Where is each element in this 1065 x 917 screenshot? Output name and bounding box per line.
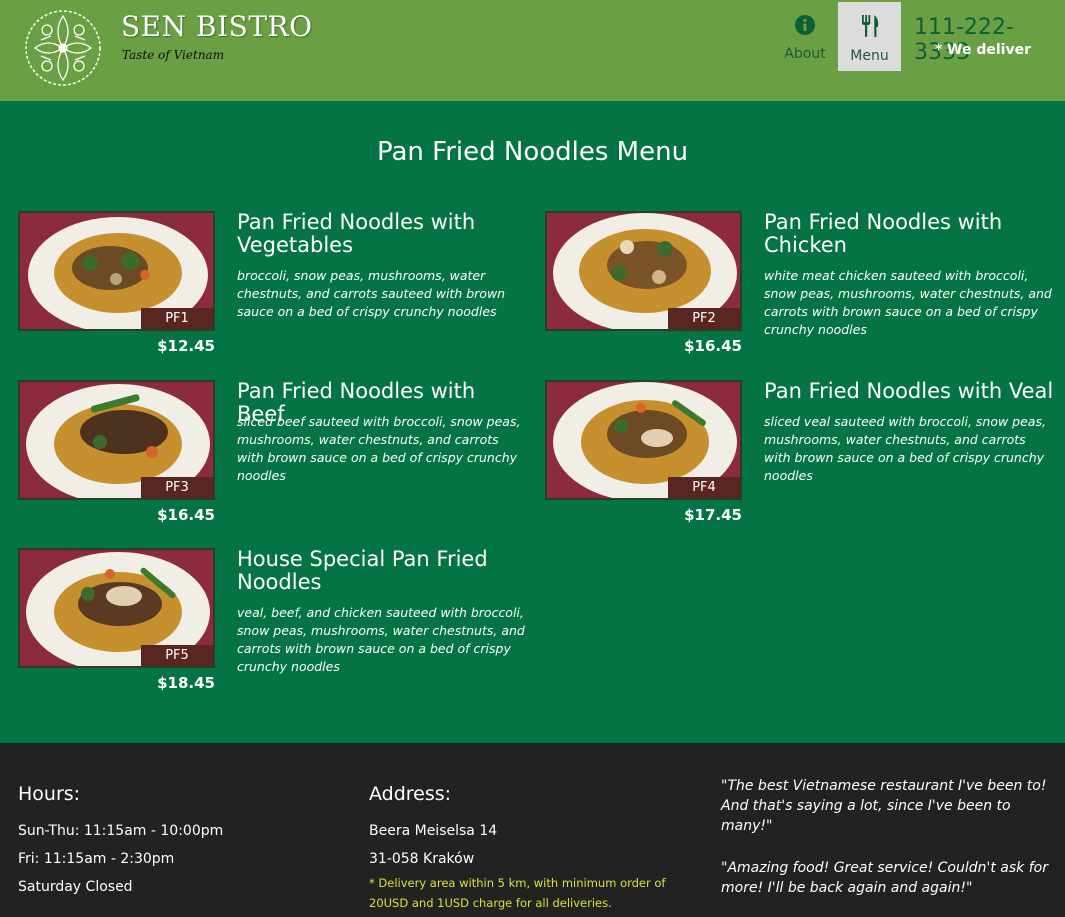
address-section: Address: Beera Meiselsa 14 31-058 Kraków… <box>369 783 689 913</box>
delivery-note: * We deliver <box>934 42 1031 58</box>
dish-photo: PF2 <box>545 211 742 331</box>
delivery-area-note: * Delivery area within 5 km, with minimu… <box>369 876 666 910</box>
dish-code-badge: PF4 <box>668 477 740 498</box>
address-heading: Address: <box>369 783 452 805</box>
dish-code-badge: PF2 <box>668 308 740 329</box>
hours-line: Sun-Thu: 11:15am - 10:00pm <box>18 823 224 839</box>
dish-code-badge: PF1 <box>141 308 213 329</box>
fork-knife-icon <box>838 14 901 42</box>
dish-name: Pan Fried Noodles with Vegetables <box>237 210 476 257</box>
nav-menu-button[interactable]: Menu <box>838 2 901 71</box>
dish-price: $16.45 <box>684 337 742 355</box>
dish-name: House Special Pan Fried Noodles <box>237 547 488 594</box>
nav-about-button[interactable]: About <box>774 2 836 70</box>
menu-item-pf4: PF4 $17.45 Pan Fried Noodles with Veal s… <box>545 380 1065 540</box>
address-line: 31-058 Kraków <box>369 851 475 867</box>
dish-photo: PF3 <box>18 380 215 500</box>
address-line: Beera Meiselsa 14 <box>369 823 498 839</box>
dish-price: $12.45 <box>157 337 215 355</box>
hours-heading: Hours: <box>18 783 81 805</box>
site-footer: Hours: Sun-Thu: 11:15am - 10:00pm Fri: 1… <box>0 743 1065 917</box>
dish-photo: PF1 <box>18 211 215 331</box>
hours-line: Saturday Closed <box>18 879 133 895</box>
testimonials-section: "The best Vietnamese restaurant I've bee… <box>721 776 1051 917</box>
info-circle-icon <box>774 14 836 40</box>
page-title: Pan Fried Noodles Menu <box>376 137 689 167</box>
menu-item-pf3: PF3 $16.45 Pan Fried Noodles with Beef s… <box>18 380 538 540</box>
logo-icon[interactable] <box>23 6 103 90</box>
menu-item-pf5: PF5 $18.45 House Special Pan Fried Noodl… <box>18 548 538 708</box>
dish-description: sliced beef sauteed with broccoli, snow … <box>237 414 521 483</box>
site-header: SEN BISTRO Taste of Vietnam About Menu 1… <box>0 0 1065 101</box>
testimonial-quote: "Amazing food! Great service! Couldn't a… <box>721 860 1048 896</box>
dish-code-badge: PF5 <box>141 645 213 666</box>
dish-description: veal, beef, and chicken sauteed with bro… <box>237 605 525 674</box>
dish-name: Pan Fried Noodles with Veal <box>764 379 1054 403</box>
menu-item-pf2: PF2 $16.45 Pan Fried Noodles with Chicke… <box>545 211 1065 371</box>
dish-photo: PF4 <box>545 380 742 500</box>
dish-price: $18.45 <box>157 674 215 692</box>
testimonial-quote: "The best Vietnamese restaurant I've bee… <box>721 778 1047 834</box>
brand-tagline: Taste of Vietnam <box>122 48 225 62</box>
hours-section: Hours: Sun-Thu: 11:15am - 10:00pm Fri: 1… <box>18 783 338 901</box>
dish-photo: PF5 <box>18 548 215 668</box>
dish-description: white meat chicken sauteed with broccoli… <box>764 268 1052 337</box>
dish-description: broccoli, snow peas, mushrooms, water ch… <box>237 268 506 319</box>
dish-name: Pan Fried Noodles with Chicken <box>764 210 1003 257</box>
dish-description: sliced veal sauteed with broccoli, snow … <box>764 414 1046 483</box>
dish-price: $17.45 <box>684 506 742 524</box>
nav-about-label: About <box>784 46 826 62</box>
dish-price: $16.45 <box>157 506 215 524</box>
brand-name[interactable]: SEN BISTRO <box>121 10 313 43</box>
dish-code-badge: PF3 <box>141 477 213 498</box>
hours-line: Fri: 11:15am - 2:30pm <box>18 851 175 867</box>
nav-menu-label: Menu <box>850 48 889 64</box>
menu-item-pf1: PF1 $12.45 Pan Fried Noodles with Vegeta… <box>18 211 538 371</box>
